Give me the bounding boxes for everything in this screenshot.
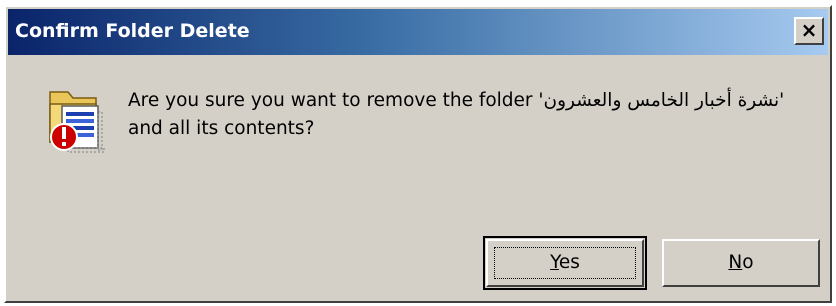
no-label-rest: o — [742, 252, 754, 273]
message-prefix: Are you sure you want to remove the fold… — [128, 90, 544, 111]
yes-button[interactable]: Yes — [483, 236, 647, 290]
no-mnemonic: N — [728, 252, 743, 273]
confirmation-message: Are you sure you want to remove the fold… — [128, 87, 788, 143]
yes-button-label: Yes — [550, 252, 580, 273]
close-icon: × — [800, 18, 818, 42]
yes-label-rest: es — [558, 252, 580, 273]
folder-name: نشرة أخبار الخامس والعشرون — [543, 90, 780, 111]
close-button[interactable]: × — [794, 17, 824, 45]
title-bar[interactable]: Confirm Folder Delete × — [8, 9, 828, 55]
dialog-title: Confirm Folder Delete — [15, 20, 250, 42]
confirm-folder-delete-dialog: Confirm Folder Delete × Are you sure you… — [4, 5, 832, 303]
no-button[interactable]: No — [662, 239, 820, 287]
yes-mnemonic: Y — [550, 252, 559, 273]
no-button-label: No — [728, 252, 753, 273]
folder-delete-warning-icon — [46, 82, 120, 156]
